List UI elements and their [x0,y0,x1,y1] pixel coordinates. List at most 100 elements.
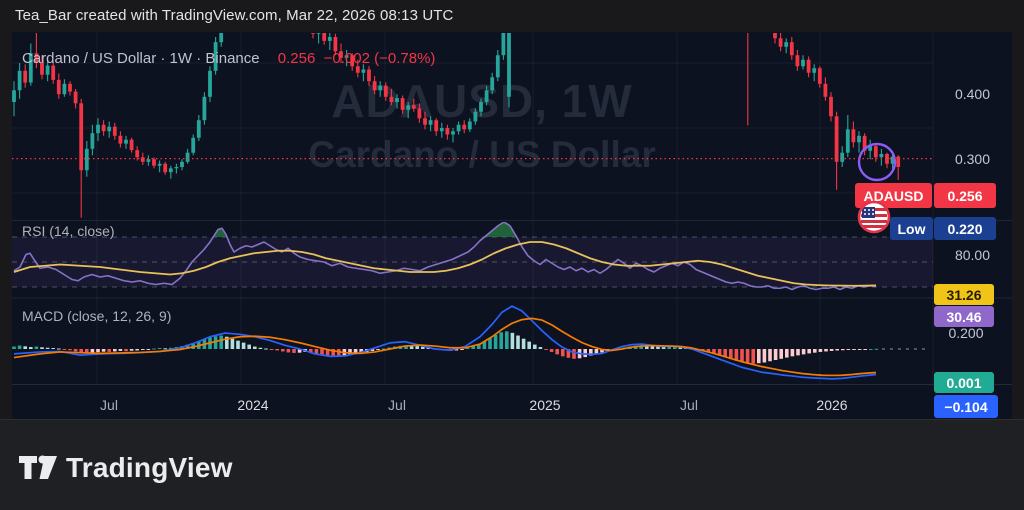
macd-histogram-bar [583,349,587,357]
candle-body [457,125,461,132]
candle-body [113,127,117,136]
candle-body [102,125,106,132]
candle-body [186,153,190,162]
time-axis-label[interactable]: Jul [388,397,406,413]
candle-body [468,122,472,130]
candle-body [840,153,844,162]
macd-histogram-bar [259,348,263,349]
macd-histogram-bar [858,349,862,350]
candle-body [219,32,223,42]
candle-body [208,71,212,97]
macd-histogram-bar [141,349,145,350]
macd-histogram-bar [505,331,509,349]
candle-body [328,37,332,41]
macd-indicator-title[interactable]: MACD (close, 12, 26, 9) [22,308,171,324]
macd-histogram-bar [292,349,296,353]
candle-body [85,149,89,170]
tradingview-logo-icon[interactable] [18,451,58,485]
macd-histogram-bar [253,347,257,349]
candle-body [818,68,822,84]
macd-histogram-bar [113,349,117,351]
macd-histogram-bar [147,349,151,350]
candle-body [796,55,800,66]
macd-histogram-bar [281,349,285,351]
macd-histogram-bar [740,349,744,362]
time-axis-label[interactable]: 2026 [816,397,847,413]
candle-body [74,92,78,104]
macd-histogram-bar [124,349,128,351]
macd-histogram-bar [550,349,554,352]
candle-body [395,98,399,102]
last-price-badge: 0.256 [934,183,996,208]
macd-histogram-bar [807,349,811,353]
share-caption: Tea_Bar created with TradingView.com, Ma… [15,7,453,24]
candle-body [373,81,377,90]
candle-body [322,32,326,41]
candle-body [812,68,816,73]
macd-signal-line [14,318,876,375]
candle-body [135,150,139,157]
candle-body [203,97,207,120]
us-flag-event-icon[interactable] [857,200,891,234]
candle-body [356,66,360,73]
macd-histogram-bar [847,349,851,350]
macd-histogram-bar [74,349,78,351]
candle-body [197,120,201,138]
macd-histogram-bar [819,349,823,352]
macd-histogram-bar [29,347,33,349]
macd-histogram-bar [779,349,783,359]
candle-body [423,118,427,125]
macd-histogram-bar [791,349,795,356]
candle-body [880,154,884,157]
symbol-title[interactable]: Cardano / US Dollar · 1W · Binance [22,50,260,67]
macd-histogram-bar [264,349,268,350]
macd-histogram-bar [40,347,44,349]
macd-histogram-bar [763,349,767,362]
time-axis-label[interactable]: 2024 [237,397,268,413]
candle-body [317,32,321,34]
macd-histogram-value-badge: 0.001 [934,372,994,393]
time-axis-label[interactable]: 2025 [529,397,560,413]
time-axis-label[interactable]: Jul [680,397,698,413]
candle-body [158,164,162,166]
macd-histogram-bar [158,348,162,349]
candle-body [490,77,494,90]
macd-histogram-bar [746,349,750,363]
macd-histogram-bar [68,349,72,350]
candle-body [63,84,67,94]
macd-histogram-bar [91,349,95,353]
candle-body [362,70,366,73]
candle-body [96,125,100,133]
macd-histogram-bar [46,348,50,349]
rsi-pane [12,222,933,290]
macd-histogram-bar [135,349,139,350]
candle-body [119,136,123,144]
macd-histogram-bar [651,346,655,349]
macd-histogram-bar [796,349,800,355]
macd-histogram-bar [163,348,167,349]
macd-histogram-bar [875,349,879,350]
candle-body [779,38,783,46]
footer-brand-bar: TradingView [0,419,1024,510]
macd-histogram-bar [247,345,251,349]
macd-histogram-bar [152,349,156,350]
rsi-indicator-title[interactable]: RSI (14, close) [22,223,115,239]
macd-histogram-bar [869,349,873,350]
tradingview-wordmark[interactable]: TradingView [66,452,233,484]
macd-histogram-bar [51,348,55,349]
macd-histogram-bar [23,346,27,349]
time-axis-label[interactable]: Jul [100,397,118,413]
candle-body [401,98,405,110]
candle-body [390,97,394,102]
candle-body [451,131,455,134]
chart-panel[interactable]: ADAUSD, 1W Cardano / US Dollar Cardano /… [12,32,1012,419]
macd-histogram-bar [415,346,419,349]
candle-body [874,146,878,157]
symbol-header[interactable]: Cardano / US Dollar · 1W · Binance 0.256… [22,50,435,67]
macd-line-value-badge: −0.104 [934,395,998,418]
macd-histogram-bar [667,347,671,349]
candle-body [175,167,179,168]
candle-body [507,32,511,97]
candle-body [835,116,839,162]
macd-histogram-bar [516,336,520,349]
